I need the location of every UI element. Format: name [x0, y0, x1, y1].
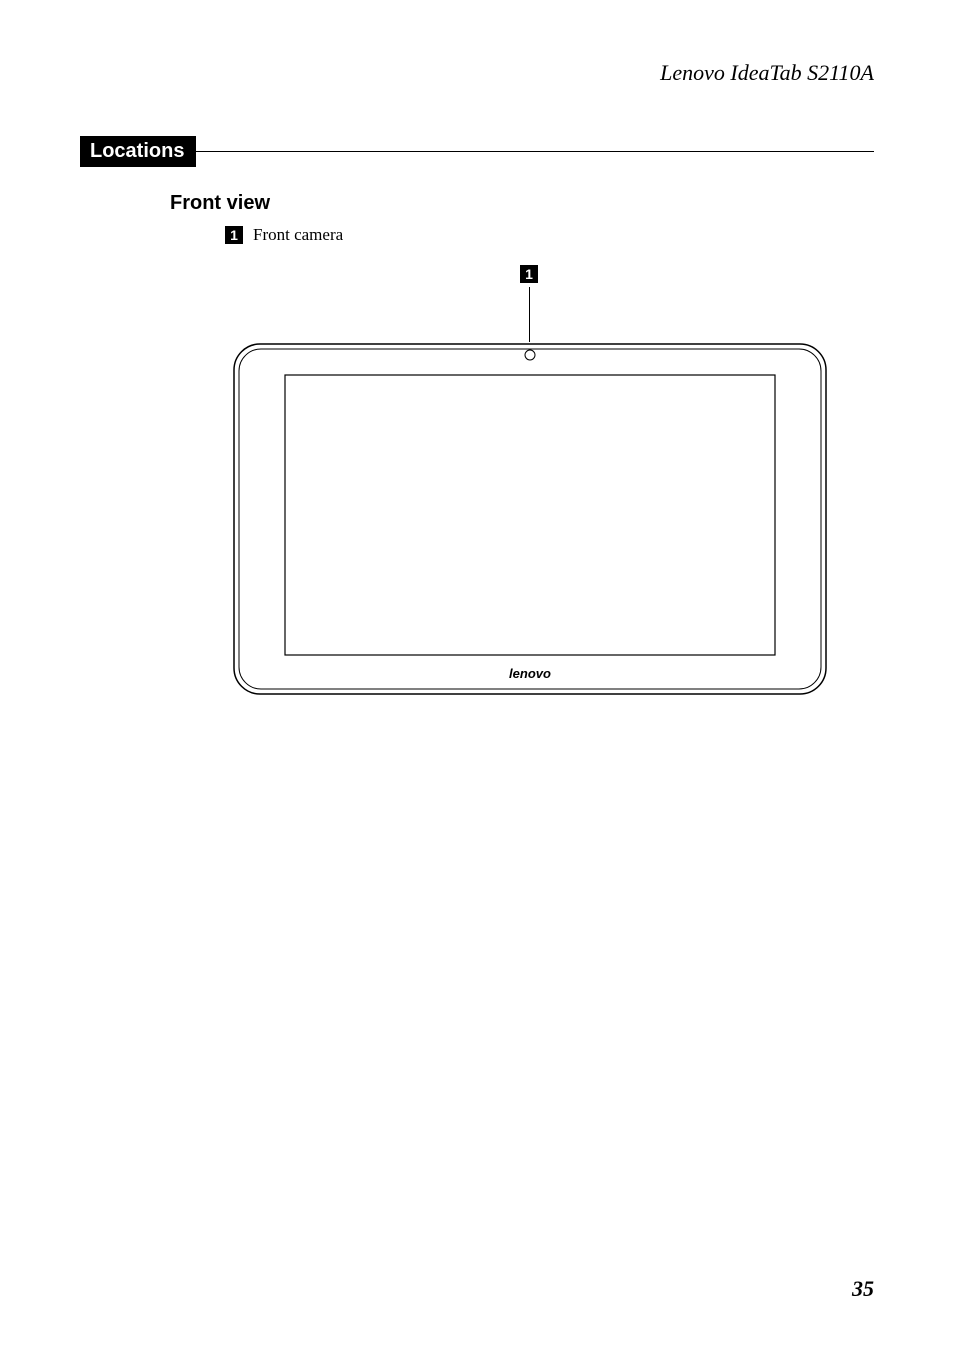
legend-row: 1 Front camera: [225, 225, 874, 245]
diagram-callout: 1: [520, 265, 538, 342]
legend-text: Front camera: [253, 225, 343, 245]
page-number: 35: [852, 1276, 874, 1302]
section-rule: [196, 151, 874, 152]
diagram-callout-number: 1: [520, 265, 538, 283]
section-bar: Locations: [80, 136, 874, 167]
subsection-title: Front view: [170, 192, 874, 215]
brand-logo-text: lenovo: [509, 666, 551, 681]
legend-callout-number: 1: [225, 226, 243, 244]
callout-leader-line: [529, 287, 530, 342]
document-header-title: Lenovo IdeaTab S2110A: [80, 60, 874, 86]
tablet-front-illustration: lenovo: [230, 340, 830, 700]
diagram-container: 1 lenovo: [230, 265, 850, 695]
section-label: Locations: [80, 136, 196, 167]
